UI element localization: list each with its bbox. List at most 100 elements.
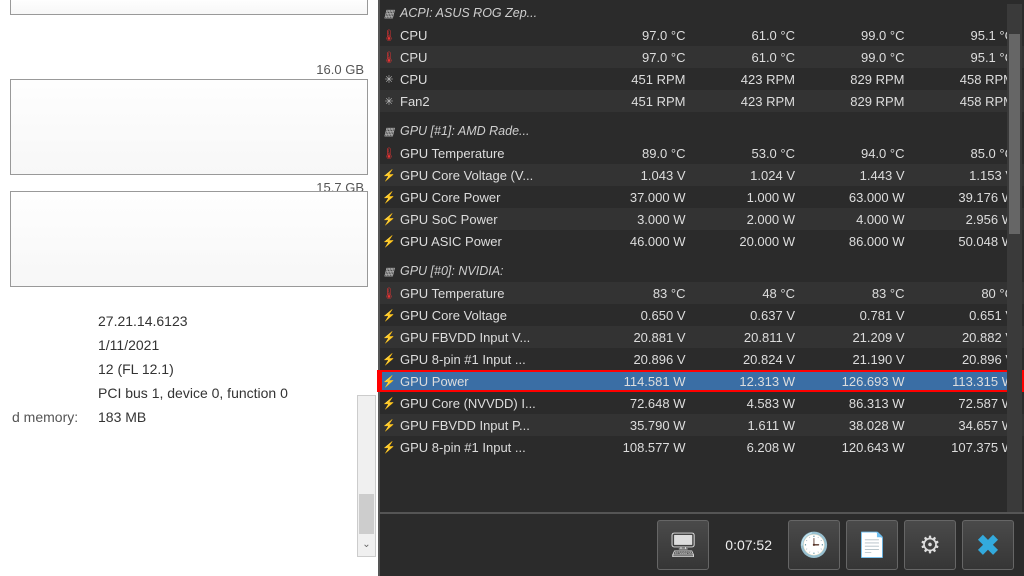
sensor-row[interactable]: ✳CPU451 RPM423 RPM829 RPM458 RPM	[380, 68, 1024, 90]
sensor-value: 423 RPM	[696, 72, 806, 87]
sensor-value: 38.028 W	[805, 418, 915, 433]
feature-level: 12 (FL 12.1)	[98, 357, 174, 381]
info-row: d memory:183 MB	[12, 405, 366, 429]
sensor-row[interactable]: 🌡CPU97.0 °C61.0 °C99.0 °C95.1 °C	[380, 24, 1024, 46]
sensor-scrollbar[interactable]	[1007, 4, 1022, 512]
sensor-row[interactable]: 🌡CPU97.0 °C61.0 °C99.0 °C95.1 °C	[380, 46, 1024, 68]
sensor-value: 35.790 W	[586, 418, 696, 433]
sensor-value: 63.000 W	[805, 190, 915, 205]
gear-icon: ⚙	[919, 531, 941, 560]
sensor-group-header[interactable]: ▦ACPI: ASUS ROG Zep...	[380, 2, 1024, 24]
bolt-icon: ⚡	[380, 213, 398, 226]
sensor-value: 83 °C	[586, 286, 696, 301]
sensor-value: 12.313 W	[696, 374, 806, 389]
sensor-value: 20.881 V	[586, 330, 696, 345]
fan-icon: ✳	[380, 95, 398, 108]
sensor-row[interactable]: ⚡GPU 8-pin #1 Input ...108.577 W6.208 W1…	[380, 436, 1024, 458]
driver-date: 1/11/2021	[98, 333, 159, 357]
sensor-name: GPU SoC Power	[398, 212, 586, 227]
sensor-row[interactable]: 🌡GPU Temperature89.0 °C53.0 °C94.0 °C85.…	[380, 142, 1024, 164]
memory-label: d memory:	[12, 405, 98, 429]
sensor-value: 97.0 °C	[586, 50, 696, 65]
sensor-value: 1.024 V	[696, 168, 806, 183]
sensor-row[interactable]: ⚡GPU Core Power37.000 W1.000 W63.000 W39…	[380, 186, 1024, 208]
sensor-row[interactable]: ✳Fan2451 RPM423 RPM829 RPM458 RPM	[380, 90, 1024, 112]
sensor-name: CPU	[398, 72, 586, 87]
sensor-value: 20.000 W	[696, 234, 806, 249]
sensor-group-header[interactable]: ▦GPU [#1]: AMD Rade...	[380, 120, 1024, 142]
clock-button[interactable]: 🕒	[788, 520, 840, 570]
sensor-value: 126.693 W	[805, 374, 915, 389]
sensor-row[interactable]: 🌡GPU Temperature83 °C48 °C83 °C80 °C	[380, 282, 1024, 304]
sensor-value: 0.637 V	[696, 308, 806, 323]
bolt-icon: ⚡	[380, 309, 398, 322]
sensor-value: 0.650 V	[586, 308, 696, 323]
sensor-value: 108.577 W	[586, 440, 696, 455]
elapsed-time: 0:07:52	[715, 537, 782, 553]
info-row: 1/11/2021	[12, 333, 366, 357]
group-title: GPU [#1]: AMD Rade...	[398, 124, 586, 138]
sensor-value: 4.000 W	[805, 212, 915, 227]
sensor-value: 99.0 °C	[805, 28, 915, 43]
log-button[interactable]: 📄	[846, 520, 898, 570]
sensor-list[interactable]: ▦ACPI: ASUS ROG Zep...🌡CPU97.0 °C61.0 °C…	[380, 0, 1024, 458]
sensor-value: 21.209 V	[805, 330, 915, 345]
group-title: GPU [#0]: NVIDIA:	[398, 264, 586, 278]
scrollbar-thumb[interactable]	[359, 494, 374, 534]
sensor-value: 61.0 °C	[696, 28, 806, 43]
sensor-value: 0.781 V	[805, 308, 915, 323]
sensor-value: 94.0 °C	[805, 146, 915, 161]
driver-version: 27.21.14.6123	[98, 309, 188, 333]
sensor-name: GPU ASIC Power	[398, 234, 586, 249]
bolt-icon: ⚡	[380, 397, 398, 410]
sensor-row[interactable]: ⚡GPU Power114.581 W12.313 W126.693 W113.…	[377, 370, 1024, 392]
sensor-value: 72.648 W	[586, 396, 696, 411]
sensor-value: 1.043 V	[586, 168, 696, 183]
sensor-value: 21.190 V	[805, 352, 915, 367]
sensor-value: 97.0 °C	[586, 28, 696, 43]
system-info-list: 27.21.14.6123 1/11/2021 12 (FL 12.1) PCI…	[0, 301, 378, 429]
sensor-row[interactable]: ⚡GPU Core (NVVDD) I...72.648 W4.583 W86.…	[380, 392, 1024, 414]
sensor-row[interactable]: ⚡GPU 8-pin #1 Input ...20.896 V20.824 V2…	[380, 348, 1024, 370]
sensor-value: 1.611 W	[696, 418, 806, 433]
sensor-value: 46.000 W	[586, 234, 696, 249]
settings-button[interactable]: ⚙	[904, 520, 956, 570]
sensor-value: 120.643 W	[805, 440, 915, 455]
sensor-group-header[interactable]: ▦GPU [#0]: NVIDIA:	[380, 260, 1024, 282]
thermometer-icon: 🌡	[380, 29, 398, 42]
graph-box	[10, 191, 368, 287]
sensor-value: 1.000 W	[696, 190, 806, 205]
sensor-value: 20.811 V	[696, 330, 806, 345]
close-button[interactable]: ✖	[962, 520, 1014, 570]
hwinfo-panel: ▦ACPI: ASUS ROG Zep...🌡CPU97.0 °C61.0 °C…	[378, 0, 1024, 576]
sensor-value: 4.583 W	[696, 396, 806, 411]
sensor-name: GPU Core Voltage (V...	[398, 168, 586, 183]
sensor-value: 423 RPM	[696, 94, 806, 109]
network-button[interactable]: 🖥	[657, 520, 709, 570]
sensor-row[interactable]: ⚡GPU FBVDD Input P...35.790 W1.611 W38.0…	[380, 414, 1024, 436]
graph-box	[10, 79, 368, 175]
sensor-value: 53.0 °C	[696, 146, 806, 161]
bolt-icon: ⚡	[380, 375, 398, 388]
system-info-panel: 16.0 GB 15.7 GB 27.21.14.6123 1/11/2021 …	[0, 0, 378, 576]
sensor-value: 2.000 W	[696, 212, 806, 227]
sensor-row[interactable]: ⚡GPU FBVDD Input V...20.881 V20.811 V21.…	[380, 326, 1024, 348]
sensor-value: 451 RPM	[586, 72, 696, 87]
chip-icon: ▦	[380, 7, 398, 20]
sensor-row[interactable]: ⚡GPU Core Voltage (V...1.043 V1.024 V1.4…	[380, 164, 1024, 186]
bolt-icon: ⚡	[380, 353, 398, 366]
scrollbar-thumb[interactable]	[1009, 34, 1020, 234]
sensor-name: GPU Power	[398, 374, 586, 389]
sensor-row[interactable]: ⚡GPU Core Voltage0.650 V0.637 V0.781 V0.…	[380, 304, 1024, 326]
sensor-name: GPU 8-pin #1 Input ...	[398, 352, 586, 367]
sensor-row[interactable]: ⚡GPU SoC Power3.000 W2.000 W4.000 W2.956…	[380, 208, 1024, 230]
close-icon: ✖	[976, 529, 999, 562]
sensor-row[interactable]: ⚡GPU ASIC Power46.000 W20.000 W86.000 W5…	[380, 230, 1024, 252]
scroll-down-icon[interactable]: ⌄	[358, 539, 375, 556]
scrollbar[interactable]: ⌄	[357, 395, 376, 557]
sensor-name: GPU Temperature	[398, 146, 586, 161]
sensor-value: 20.896 V	[586, 352, 696, 367]
sensor-name: GPU FBVDD Input V...	[398, 330, 586, 345]
sensor-name: GPU Core Power	[398, 190, 586, 205]
bus-location: PCI bus 1, device 0, function 0	[98, 381, 288, 405]
